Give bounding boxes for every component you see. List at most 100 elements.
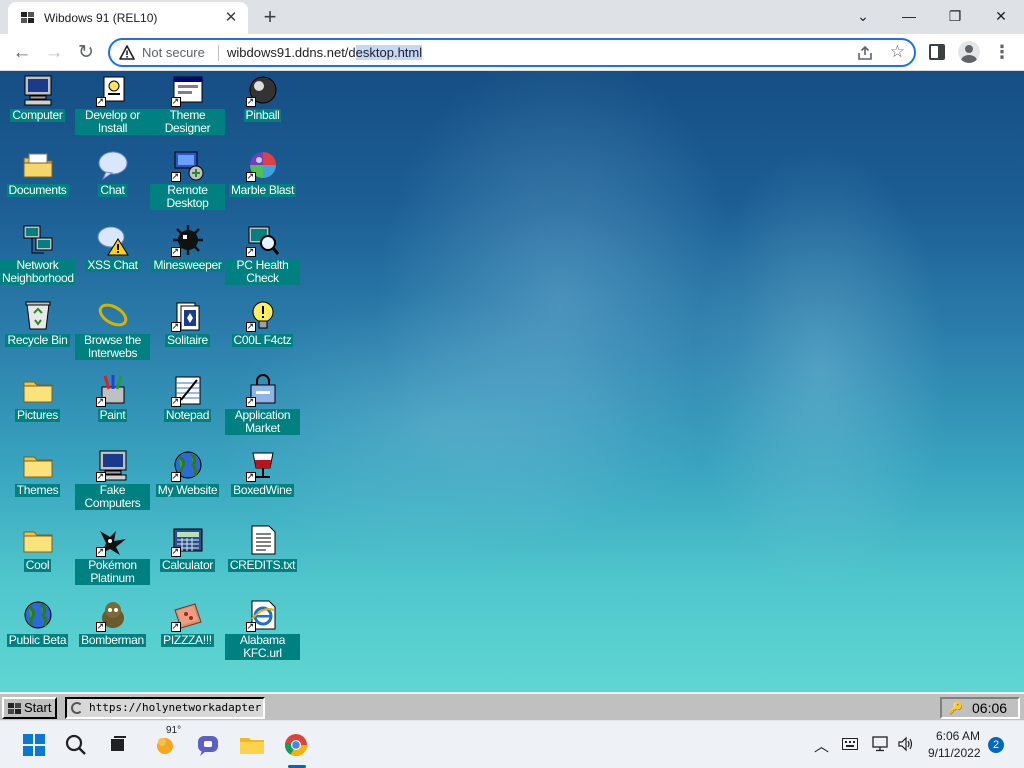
desktop-icon-label: BoxedWine (231, 483, 294, 497)
desktop-icon-marble-blast[interactable]: Marble Blast (225, 148, 300, 197)
notification-badge[interactable]: 2 (988, 737, 1004, 753)
chrome-icon[interactable] (280, 729, 312, 761)
key-icon[interactable]: 🔑 (948, 701, 963, 715)
chat-app-icon[interactable] (192, 729, 224, 761)
minimize-icon-button[interactable]: — (886, 2, 932, 30)
forward-button[interactable]: → (40, 39, 68, 67)
paint-icon (95, 373, 130, 407)
desktop-icon-documents[interactable]: Documents (0, 148, 75, 197)
taskbar-window-button[interactable]: https://holynetworkadapter (65, 697, 265, 719)
desktop-icon-theme-designer[interactable]: Theme Designer (150, 73, 225, 135)
desktop-icon-browse-the-interwebs[interactable]: Browse the Interwebs (75, 298, 150, 360)
desktop-icon-solitaire[interactable]: Solitaire (150, 298, 225, 347)
shortcut-arrow-icon (245, 395, 256, 407)
desktop-icon-label: C00L F4ctz (231, 333, 294, 347)
desktop-icon-computer[interactable]: Computer (0, 73, 75, 122)
profile-avatar-icon[interactable] (958, 41, 980, 63)
folder-icon (21, 448, 55, 482)
desktop-icon-pinball[interactable]: Pinball (225, 73, 300, 122)
desktop-icon-chat[interactable]: Chat (75, 148, 150, 197)
shortcut-arrow-icon (245, 320, 256, 332)
desktop-icon-xss-chat[interactable]: XSS Chat (75, 223, 150, 272)
windows-start-icon[interactable] (18, 729, 50, 761)
desktop-icon-paint[interactable]: Paint (75, 373, 150, 422)
back-button[interactable]: ← (8, 39, 36, 67)
bookmark-star-icon[interactable]: ☆ (890, 42, 905, 62)
desktop-icon-recycle-bin[interactable]: Recycle Bin (0, 298, 75, 347)
system-clock-time[interactable]: 6:06 AM (936, 729, 980, 743)
close-window-button[interactable]: ✕ (978, 2, 1024, 30)
desktop-icon-label: PC Health Check (225, 259, 300, 285)
desktop-icon-public-beta[interactable]: Public Beta (0, 598, 75, 647)
desktop-icon-label: Calculator (159, 558, 216, 572)
pinball-icon (245, 73, 280, 107)
desktop-icon-pok-mon-platinum[interactable]: Pokémon Platinum (75, 523, 150, 585)
folder-icon (21, 523, 55, 557)
file-explorer-icon[interactable] (236, 729, 268, 761)
desktop-icon-label: Chat (98, 183, 127, 197)
desktop-icon-pc-health-check[interactable]: PC Health Check (225, 223, 300, 285)
tab-close-icon[interactable]: ✕ (222, 9, 240, 27)
health-check-icon (245, 223, 280, 257)
desktop-icon-themes[interactable]: Themes (0, 448, 75, 497)
browser-tab[interactable]: Wibdows 91 (REL10) ✕ (8, 2, 248, 34)
desktop-icon-develop-or-install[interactable]: Develop or Install (75, 73, 150, 135)
url-text[interactable]: wibdows91.ddns.net/desktop.html (227, 45, 423, 60)
shortcut-arrow-icon (170, 320, 181, 332)
lightbulb-icon (245, 298, 280, 332)
desktop-icon-minesweeper[interactable]: Minesweeper (150, 223, 225, 272)
calculator-icon (170, 523, 205, 557)
desktop-icon-label: My Website (155, 483, 220, 497)
desktop-icon-calculator[interactable]: Calculator (150, 523, 225, 572)
side-panel-icon[interactable] (929, 44, 945, 60)
desktop-icon-label: Browse the Interwebs (75, 334, 150, 360)
desktop-icon-alabama-kfc-url[interactable]: Alabama KFC.url (225, 598, 300, 660)
pizza-box-icon (170, 598, 205, 632)
address-bar[interactable]: Not secure wibdows91.ddns.net/desktop.ht… (108, 38, 916, 67)
desktop-icon-label: XSS Chat (85, 258, 140, 272)
new-tab-button[interactable]: + (258, 5, 282, 29)
network-status-icon[interactable] (872, 736, 890, 752)
desktop-icon-cool[interactable]: Cool (0, 523, 75, 572)
desktop-icon-notepad[interactable]: Notepad (150, 373, 225, 422)
desktop-icon-remote-desktop[interactable]: Remote Desktop (150, 148, 225, 210)
computer-icon (95, 448, 130, 482)
desktop-icon-c00l-f4ctz[interactable]: C00L F4ctz (225, 298, 300, 347)
minimize-window-button[interactable]: ⌄ (840, 2, 886, 30)
desktop-icon-label: Solitaire (165, 333, 210, 347)
wibdows-desktop[interactable]: Computer Develop or InstallTheme Designer… (0, 71, 1024, 692)
desktop-icon-application-market[interactable]: Application Market (225, 373, 300, 435)
desktop-icon-pizzza[interactable]: PIZZZA!!! (150, 598, 225, 647)
marble-icon (245, 148, 280, 182)
task-view-icon[interactable] (102, 729, 134, 761)
documents-folder-icon (21, 148, 55, 182)
system-clock-date[interactable]: 9/11/2022 (928, 746, 981, 760)
not-secure-label[interactable]: Not secure (142, 45, 205, 60)
desktop-icon-bomberman[interactable]: Bomberman (75, 598, 150, 647)
text-file-icon (246, 523, 280, 557)
start-button[interactable]: Start (2, 697, 57, 719)
shortcut-arrow-icon (170, 395, 181, 407)
restore-window-button[interactable]: ❐ (932, 2, 978, 30)
desktop-icon-boxedwine[interactable]: BoxedWine (225, 448, 300, 497)
shortcut-arrow-icon (245, 170, 256, 182)
browser-menu-icon[interactable]: ⋮ (993, 42, 1011, 62)
desktop-icon-credits-txt[interactable]: CREDITS.txt (225, 523, 300, 572)
reload-button[interactable]: ↻ (72, 39, 100, 67)
desktop-icon-network-neighborhood[interactable]: Network Neighborhood (0, 223, 75, 285)
warning-triangle-icon[interactable] (119, 45, 135, 60)
keyboard-icon[interactable] (842, 738, 858, 750)
shortcut-arrow-icon (95, 620, 106, 632)
search-icon[interactable] (60, 729, 92, 761)
desktop-icon-pictures[interactable]: Pictures (0, 373, 75, 422)
share-icon[interactable] (856, 44, 874, 62)
show-hidden-icons-icon[interactable]: ︿ (814, 735, 829, 756)
volume-icon[interactable] (897, 736, 915, 752)
desktop-icon-label: Documents (6, 183, 69, 197)
desktop-icon-fake-computers[interactable]: Fake Computers (75, 448, 150, 510)
desktop-icon-my-website[interactable]: My Website (150, 448, 225, 497)
globe-icon (170, 448, 205, 482)
tray-clock[interactable]: 06:06 (972, 700, 1007, 716)
shortcut-arrow-icon (170, 245, 181, 257)
market-icon (245, 373, 280, 407)
